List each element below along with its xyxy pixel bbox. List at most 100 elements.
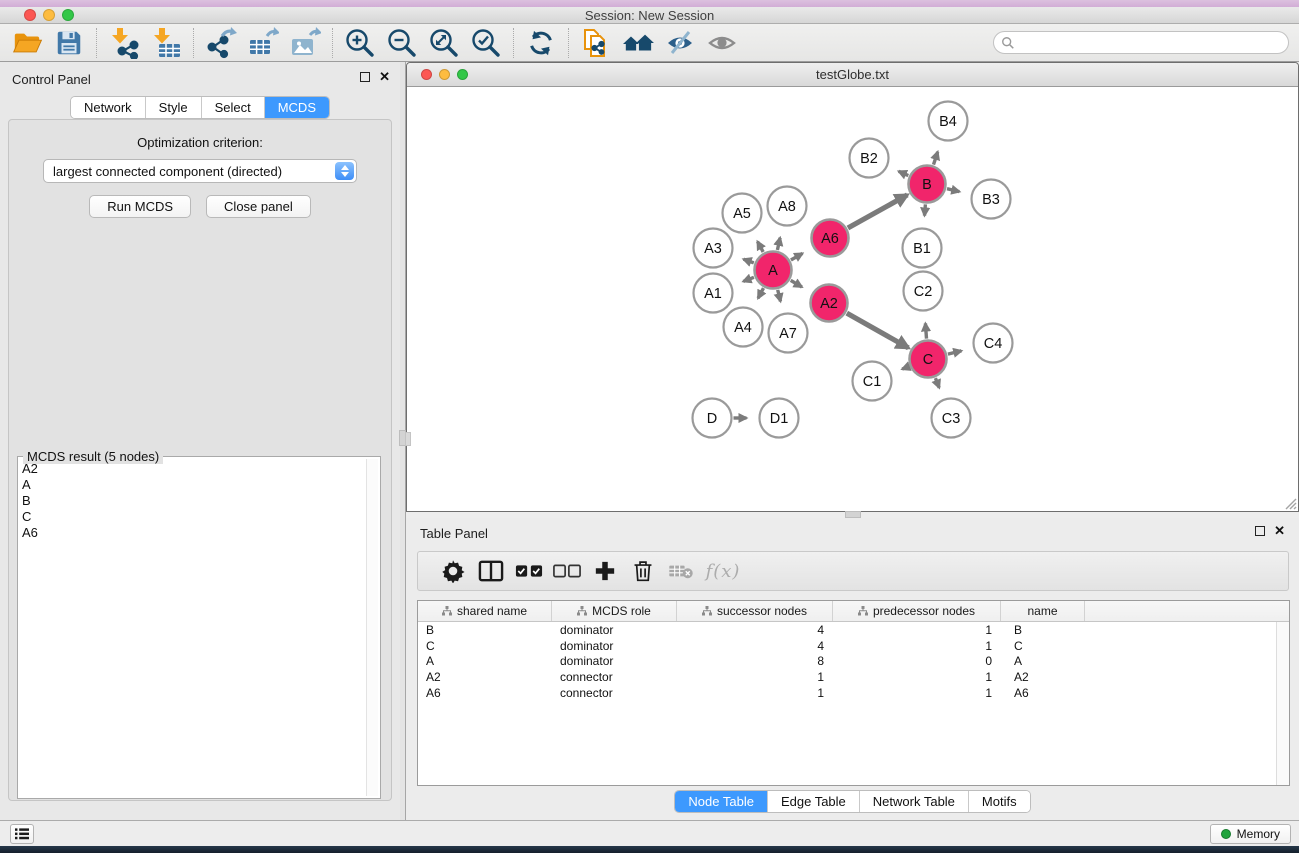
splitter-grip[interactable] xyxy=(845,511,861,518)
table-scrollbar[interactable] xyxy=(1276,622,1289,785)
edge-A-A5[interactable] xyxy=(758,242,764,252)
edge-A-A1[interactable] xyxy=(743,277,754,281)
run-mcds-button[interactable]: Run MCDS xyxy=(89,195,191,218)
node-B2[interactable]: B2 xyxy=(850,139,889,178)
table-row-c[interactable]: Cdominator41C xyxy=(418,638,1276,654)
cell[interactable]: 1 xyxy=(833,622,1001,638)
cell[interactable]: 4 xyxy=(677,638,833,654)
edge-A-A7[interactable] xyxy=(778,290,781,302)
node-C3[interactable]: C3 xyxy=(932,399,971,438)
search-field[interactable] xyxy=(993,31,1289,54)
node-C2[interactable]: C2 xyxy=(904,272,943,311)
minimize-window-button[interactable] xyxy=(43,9,55,21)
search-input[interactable] xyxy=(1015,32,1288,53)
save-session-icon[interactable] xyxy=(48,25,90,61)
create-new-column-icon[interactable] xyxy=(586,553,624,589)
close-table-panel-icon[interactable]: ✕ xyxy=(1274,526,1285,536)
toggle-column-view-icon[interactable] xyxy=(472,553,510,589)
export-network-icon[interactable] xyxy=(200,25,242,61)
cell[interactable]: B xyxy=(1001,622,1085,638)
cell[interactable]: A2 xyxy=(1001,669,1085,685)
node-C[interactable]: C xyxy=(910,341,947,378)
edge-A-A2[interactable] xyxy=(791,280,802,287)
network-canvas[interactable]: AA1A2A3A4A5A6A7A8BB1B2B3B4CC1C2C3C4DD1 xyxy=(407,87,1298,511)
cell[interactable]: B xyxy=(418,622,552,638)
result-item-b[interactable]: B xyxy=(22,493,365,509)
node-A3[interactable]: A3 xyxy=(694,229,733,268)
result-item-a2[interactable]: A2 xyxy=(22,461,365,477)
tab-network-table[interactable]: Network Table xyxy=(860,791,969,812)
float-panel-icon[interactable] xyxy=(360,72,370,82)
cell[interactable]: 1 xyxy=(677,669,833,685)
edge-B-B1[interactable] xyxy=(925,204,926,215)
edge-C-C4[interactable] xyxy=(948,351,962,354)
result-item-c[interactable]: C xyxy=(22,509,365,525)
edge-A2-C[interactable] xyxy=(847,313,909,348)
close-panel-button[interactable]: Close panel xyxy=(206,195,311,218)
node-D[interactable]: D xyxy=(693,399,732,438)
edge-A-A4[interactable] xyxy=(758,288,763,298)
node-A5[interactable]: A5 xyxy=(723,194,762,233)
table-row-b[interactable]: Bdominator41B xyxy=(418,622,1276,638)
window-resize-grip[interactable] xyxy=(1283,496,1297,510)
tab-edge-table[interactable]: Edge Table xyxy=(768,791,860,812)
delete-columns-icon[interactable] xyxy=(624,553,662,589)
column-header-predecessor-nodes[interactable]: predecessor nodes xyxy=(833,601,1001,621)
cell[interactable]: dominator xyxy=(552,622,677,638)
result-item-a[interactable]: A xyxy=(22,477,365,493)
table-row-a6[interactable]: A6connector11A6 xyxy=(418,685,1276,701)
hide-selected-icon[interactable] xyxy=(659,25,701,61)
close-panel-icon[interactable]: ✕ xyxy=(379,72,390,82)
deselect-all-rows-icon[interactable] xyxy=(548,553,586,589)
apply-layout-icon[interactable] xyxy=(520,25,562,61)
criterion-dropdown[interactable]: largest connected component (directed) xyxy=(43,159,357,183)
node-A4[interactable]: A4 xyxy=(724,308,763,347)
node-A6[interactable]: A6 xyxy=(812,220,849,257)
maximize-window-button[interactable] xyxy=(62,9,74,21)
show-all-icon[interactable] xyxy=(701,25,743,61)
table-row-a2[interactable]: A2connector11A2 xyxy=(418,669,1276,685)
column-header-shared-name[interactable]: shared name xyxy=(418,601,552,621)
select-all-rows-icon[interactable] xyxy=(510,553,548,589)
network-maximize-button[interactable] xyxy=(457,69,468,80)
tab-select[interactable]: Select xyxy=(202,97,265,118)
first-neighbors-icon[interactable] xyxy=(617,25,659,61)
cell[interactable]: 0 xyxy=(833,654,1001,670)
cell[interactable]: A6 xyxy=(418,685,552,701)
node-B1[interactable]: B1 xyxy=(903,229,942,268)
column-header-successor-nodes[interactable]: successor nodes xyxy=(677,601,833,621)
column-header-MCDS-role[interactable]: MCDS role xyxy=(552,601,677,621)
cell[interactable]: 1 xyxy=(833,669,1001,685)
result-item-a6[interactable]: A6 xyxy=(22,525,365,541)
edge-C-C2[interactable] xyxy=(925,323,926,338)
open-session-icon[interactable] xyxy=(6,25,48,61)
node-A7[interactable]: A7 xyxy=(769,314,808,353)
node-B3[interactable]: B3 xyxy=(972,180,1011,219)
cell[interactable]: C xyxy=(418,638,552,654)
node-D1[interactable]: D1 xyxy=(760,399,799,438)
cell[interactable]: A2 xyxy=(418,669,552,685)
edge-B-B2[interactable] xyxy=(899,171,909,175)
export-image-icon[interactable] xyxy=(284,25,326,61)
cell[interactable]: A xyxy=(418,654,552,670)
zoom-selected-icon[interactable] xyxy=(465,25,507,61)
edge-B-B4[interactable] xyxy=(934,152,938,165)
show-task-history-button[interactable] xyxy=(10,824,34,844)
zoom-in-icon[interactable] xyxy=(339,25,381,61)
node-B4[interactable]: B4 xyxy=(929,102,968,141)
float-table-panel-icon[interactable] xyxy=(1255,526,1265,536)
cell[interactable]: dominator xyxy=(552,654,677,670)
tab-style[interactable]: Style xyxy=(146,97,202,118)
close-window-button[interactable] xyxy=(24,9,36,21)
memory-button[interactable]: Memory xyxy=(1210,824,1291,844)
cell[interactable]: A xyxy=(1001,654,1085,670)
node-C1[interactable]: C1 xyxy=(853,362,892,401)
node-A1[interactable]: A1 xyxy=(694,274,733,313)
cell[interactable]: C xyxy=(1001,638,1085,654)
column-header-name[interactable]: name xyxy=(1001,601,1085,621)
node-A[interactable]: A xyxy=(755,252,792,289)
cell[interactable]: 1 xyxy=(833,638,1001,654)
table-options-gear-icon[interactable] xyxy=(434,553,472,589)
zoom-out-icon[interactable] xyxy=(381,25,423,61)
tab-network[interactable]: Network xyxy=(71,97,146,118)
